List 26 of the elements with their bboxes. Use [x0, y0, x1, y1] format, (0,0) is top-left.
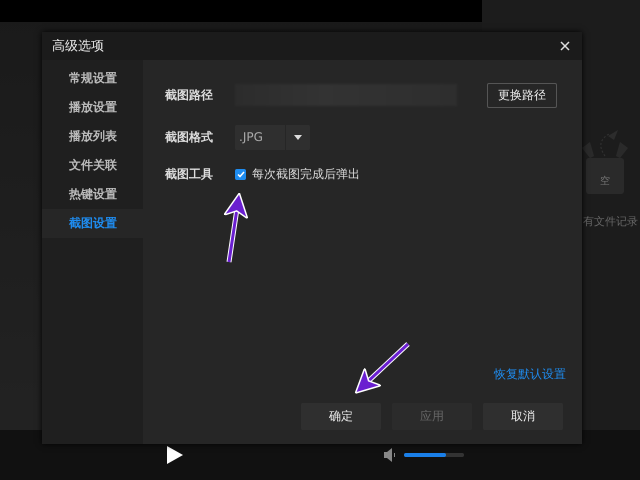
- checkbox-label[interactable]: 每次截图完成后弹出: [252, 166, 360, 182]
- volume-slider[interactable]: [404, 453, 464, 457]
- sidebar-item[interactable]: 常规设置: [42, 64, 143, 93]
- sidebar-item[interactable]: 文件关联: [42, 151, 143, 180]
- dialog-button[interactable]: 确定: [301, 403, 381, 430]
- volume-icon[interactable]: [384, 448, 396, 462]
- checkbox[interactable]: [235, 168, 246, 180]
- sidebar-item[interactable]: 播放列表: [42, 122, 143, 151]
- caret-icon: [294, 134, 302, 140]
- restore-defaults-link[interactable]: 恢复默认设置: [494, 366, 566, 383]
- dialog-title: 高级选项: [52, 38, 104, 55]
- setting-label: 截图路径: [165, 86, 214, 104]
- empty-box-label: 空: [599, 174, 611, 188]
- format-dropdown[interactable]: .JPG: [235, 124, 310, 150]
- empty-list-text: 有文件记录: [583, 214, 638, 229]
- dialog-button[interactable]: 取消: [483, 403, 563, 430]
- annotation-arrow: [354, 342, 410, 394]
- setting-label: 截图格式: [165, 128, 214, 146]
- sidebar-item[interactable]: 播放设置: [42, 93, 143, 122]
- sidebar-item[interactable]: 热键设置: [42, 180, 143, 209]
- setting-label: 截图工具: [165, 166, 214, 182]
- close-icon[interactable]: [560, 41, 570, 51]
- change-path-button[interactable]: 更换路径: [487, 82, 557, 108]
- play-icon[interactable]: [166, 445, 184, 465]
- sidebar-item[interactable]: 截图设置: [42, 209, 143, 238]
- annotation-arrow: [223, 192, 248, 262]
